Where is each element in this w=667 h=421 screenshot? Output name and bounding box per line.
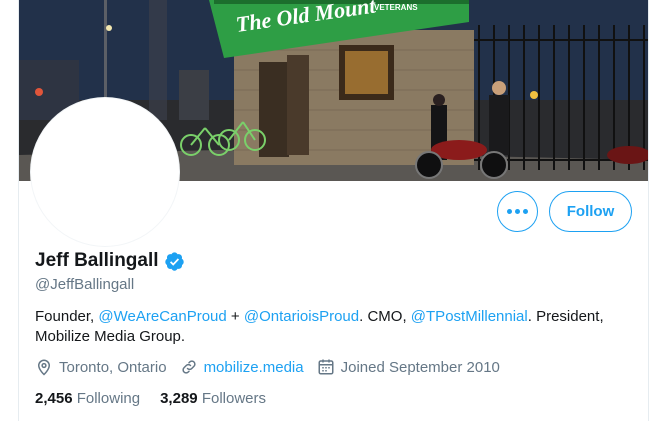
location-pin-icon [37,359,51,376]
mention-link-tpostmillennial[interactable]: @TPostMillennial [411,308,528,325]
following-count: 2,456 [35,390,73,407]
joined-date: Joined September 2010 [340,358,500,376]
followers-link[interactable]: 3,289 Followers [160,390,266,407]
location-text: Toronto, Ontario [59,358,167,376]
more-options-button[interactable] [497,191,538,232]
follow-button[interactable]: Follow [549,191,632,232]
joined-item: Joined September 2010 [317,358,500,376]
following-link[interactable]: 2,456 Following [35,390,140,407]
followers-count: 3,289 [160,390,198,407]
mention-link-wearecanproud[interactable]: @WeAreCanProud [98,308,226,325]
bio-text: Founder, [35,308,99,325]
followers-label: Followers [201,390,266,407]
display-name: Jeff Ballingall [35,250,159,271]
avatar[interactable] [31,98,179,246]
location-item: Toronto, Ontario [35,358,167,376]
profile-meta: Toronto, Ontario mobilize.media Joined S… [35,358,513,376]
link-icon [181,360,196,374]
calendar-icon [318,359,334,375]
mention-link-ontarioisproud[interactable]: @OntarioisProud [244,308,359,325]
website-link[interactable]: mobilize.media [204,359,304,376]
name-row: Jeff Ballingall [35,250,185,272]
bio-text: . CMO, [359,308,411,325]
more-horizontal-icon [507,209,528,214]
svg-text:VETERANS: VETERANS [374,3,418,12]
profile-bio: Founder, @WeAreCanProud + @OntarioisProu… [35,307,635,347]
profile-card: The Old Mount VETERANS Follow Jeff Balli… [18,0,649,421]
bio-text: + [226,308,244,325]
follow-stats: 2,456 Following 3,289 Followers [35,390,286,407]
verified-badge-icon [164,251,185,272]
following-label: Following [76,390,141,407]
username-handle: @JeffBallingall [35,276,135,293]
website-item: mobilize.media [180,358,304,376]
